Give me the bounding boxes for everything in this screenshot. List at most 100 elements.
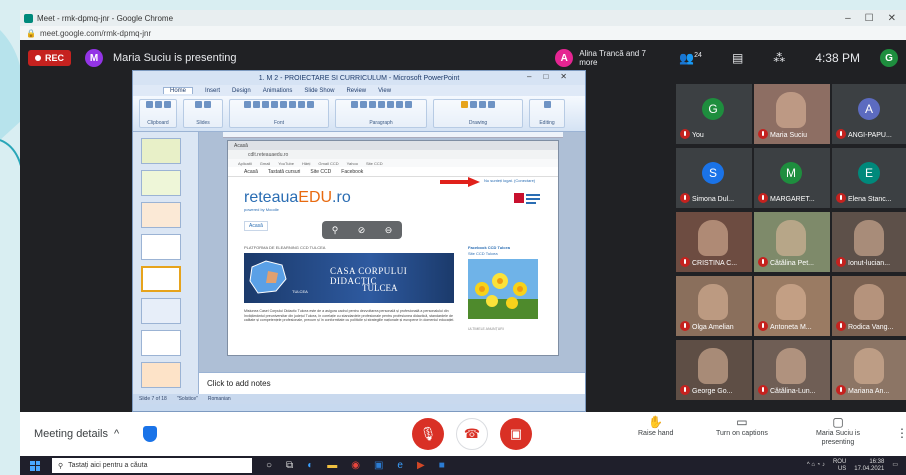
hang-up-icon: ☎ xyxy=(463,426,481,441)
recording-badge: REC xyxy=(28,50,72,66)
participant-name: MARGARET... xyxy=(770,196,815,203)
file-explorer-icon[interactable]: ▬ xyxy=(327,460,337,471)
maximize-button[interactable]: ☐ xyxy=(865,13,874,24)
muted-mic-icon xyxy=(836,193,846,203)
slide-thumbnail-selected[interactable] xyxy=(141,266,181,292)
presenting-button[interactable]: ▢ Maria Suciu is presenting xyxy=(810,416,866,447)
ribbon-group-slides[interactable]: Slides xyxy=(183,99,223,128)
presenter-avatar: M xyxy=(85,49,104,67)
minimize-button[interactable]: – xyxy=(845,13,851,24)
participant-tile[interactable]: M MARGARET... xyxy=(754,148,830,208)
ppt-tab-insert[interactable]: Insert xyxy=(205,88,220,94)
windows-start-icon[interactable] xyxy=(30,460,40,471)
leave-call-button[interactable]: ☎ xyxy=(456,418,488,450)
slide-thumbnail[interactable] xyxy=(141,234,181,260)
ribbon-group-paragraph[interactable]: Paragraph xyxy=(335,99,427,128)
notes-pane[interactable]: Click to add notes xyxy=(199,372,585,394)
ribbon-group-clipboard[interactable]: Clipboard xyxy=(139,99,177,128)
remove-icon[interactable]: ⊖ xyxy=(385,225,393,236)
chrome-title-bar: Meet - rmk-dpmq-jnr - Google Chrome – ☐ … xyxy=(20,10,906,26)
participant-tile[interactable]: A ANGI-PAPU... xyxy=(832,84,906,144)
ppt-tab-design[interactable]: Design xyxy=(232,88,251,94)
notifications-icon[interactable]: ▭ xyxy=(892,462,898,469)
muted-mic-icon xyxy=(758,193,768,203)
meeting-details-button[interactable]: Meeting details ^ xyxy=(34,428,119,440)
meet-stage: REC M Maria Suciu is presenting A Alina … xyxy=(20,40,906,412)
participant-avatar: M xyxy=(780,162,802,184)
edge-icon[interactable]: ◐ xyxy=(307,460,313,471)
current-slide[interactable]: Acasă cdlt.reteauaedu.ro Aplicatii Gmail… xyxy=(227,140,559,356)
task-view-icon[interactable]: ⧉ xyxy=(286,460,293,471)
address-bar[interactable]: 🔒 meet.google.com/rmk-dpmq-jnr xyxy=(20,26,906,40)
participant-tile[interactable]: S Simona Dul... xyxy=(676,148,752,208)
tray-clock[interactable]: 16:38 17.04.2021 xyxy=(854,459,884,473)
chrome-icon[interactable]: ◉ xyxy=(351,460,360,471)
ppt-tab-animations[interactable]: Animations xyxy=(263,88,293,94)
close-button[interactable]: ✕ xyxy=(888,13,896,24)
taskbar-search[interactable]: ⚲ Tastați aici pentru a căuta xyxy=(52,458,252,473)
banner-map-label: TULCEA xyxy=(292,289,308,294)
slide-thumbnail[interactable] xyxy=(141,202,181,228)
participant-tile[interactable]: Olga Amelian xyxy=(676,276,752,336)
ie-icon[interactable]: e xyxy=(397,460,403,471)
mission-text: Misiunea Casei Corpului Didactic Tulcea … xyxy=(244,309,455,323)
participant-tile[interactable]: Maria Suciu xyxy=(754,84,830,144)
muted-mic-icon xyxy=(836,257,846,267)
ppt-tab-slideshow[interactable]: Slide Show xyxy=(304,88,334,94)
muted-mic-icon xyxy=(680,321,690,331)
ribbon-group-drawing[interactable]: Drawing xyxy=(433,99,523,128)
participant-tile[interactable]: G You xyxy=(676,84,752,144)
slide-thumbnails-panel xyxy=(133,132,199,394)
tray-language[interactable]: ROU US xyxy=(833,459,846,473)
participant-tile[interactable]: CRISTINA C... xyxy=(676,212,752,272)
banner-subtitle: TULCEA xyxy=(362,283,398,293)
slide-thumbnail[interactable] xyxy=(141,138,181,164)
red-arrow-icon xyxy=(440,177,480,187)
slide-thumbnail[interactable] xyxy=(141,170,181,196)
more-options-button[interactable]: ⋮ xyxy=(896,426,906,440)
cortana-icon[interactable]: ○ xyxy=(266,460,272,471)
muted-mic-icon xyxy=(758,321,768,331)
participant-tile[interactable]: E Elena Stanc... xyxy=(832,148,906,208)
ppt-tab-review[interactable]: Review xyxy=(346,88,366,94)
ribbon-group-editing[interactable]: Editing xyxy=(529,99,565,128)
participant-name: George Go... xyxy=(692,388,733,395)
slide-thumbnail[interactable] xyxy=(141,330,181,356)
slide-browser-tab-label: Acasă xyxy=(234,142,248,149)
app-icon[interactable]: ■ xyxy=(439,460,445,471)
ribbon-group-font[interactable]: Font xyxy=(229,99,329,128)
slide-thumbnail[interactable] xyxy=(141,362,181,388)
ppt-tab-home[interactable]: Home xyxy=(163,87,194,94)
participant-tile[interactable]: George Go... xyxy=(676,340,752,400)
home-button: Acasă xyxy=(244,221,268,231)
slide-thumbnail[interactable] xyxy=(141,298,181,324)
activities-button[interactable]: ⁂ xyxy=(773,51,785,65)
participant-tile[interactable]: Ionut-lucian... xyxy=(832,212,906,272)
site-nav-item: Acasă xyxy=(244,168,258,175)
participant-video xyxy=(854,220,884,256)
powerpoint-icon[interactable]: ▶ xyxy=(417,460,425,471)
chat-button[interactable]: ▤ xyxy=(732,51,743,65)
participant-video xyxy=(698,284,728,320)
ppt-tab-view[interactable]: View xyxy=(378,88,391,94)
people-button[interactable]: 👥24 xyxy=(679,51,702,65)
muted-mic-icon xyxy=(758,385,768,395)
self-avatar[interactable]: G xyxy=(880,49,898,67)
camera-off-button[interactable]: ▣ xyxy=(500,418,532,450)
participant-tile[interactable]: Rodica Vang... xyxy=(832,276,906,336)
mic-off-button[interactable]: 🎙 xyxy=(412,418,444,450)
participant-tile[interactable]: Antoneta M... xyxy=(754,276,830,336)
participant-video xyxy=(854,284,884,320)
language: Romanian xyxy=(207,396,231,402)
participant-tile[interactable]: Cătălina Pet... xyxy=(754,212,830,272)
participant-tile[interactable]: Mariana An... xyxy=(832,340,906,400)
word-icon[interactable]: ▣ xyxy=(374,460,383,471)
meet-favicon-icon xyxy=(24,13,33,23)
raise-hand-button[interactable]: ✋ Raise hand xyxy=(638,416,673,438)
host-controls-shield-icon[interactable] xyxy=(143,426,158,442)
hide-icon[interactable]: ⊘ xyxy=(358,225,366,236)
participant-tile[interactable]: Cătălina-Lun... xyxy=(754,340,830,400)
captions-button[interactable]: ▭ Turn on captions xyxy=(716,416,768,438)
pin-icon[interactable]: ⚲ xyxy=(332,225,339,236)
slide-editor: Acasă cdlt.reteauaedu.ro Aplicatii Gmail… xyxy=(199,132,585,372)
